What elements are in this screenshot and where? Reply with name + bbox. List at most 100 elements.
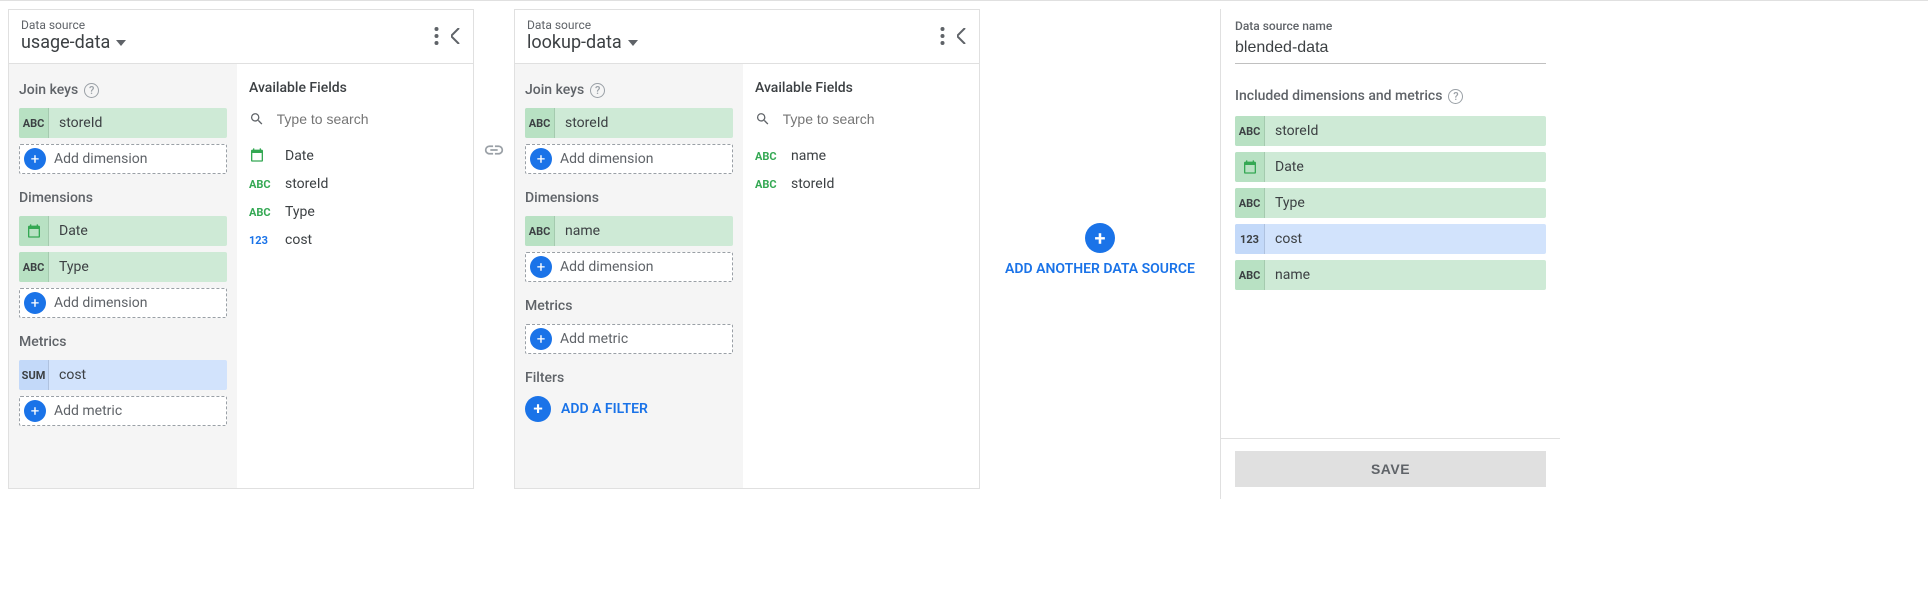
source-card-0: Data source usage-data Join keys? ABC st… [8,9,474,489]
plus-icon: + [530,328,552,350]
search-icon [249,110,265,128]
field-name: name [1265,267,1310,283]
join-link-icon[interactable] [474,139,514,161]
field-pill[interactable]: ABC name [1235,260,1546,290]
plus-icon: + [525,396,551,422]
field-pill[interactable]: ABC storeId [525,108,733,138]
field-name: Type [49,259,89,275]
ds-name-label: Data source name [1235,19,1546,33]
type-badge-icon: ABC [19,252,49,282]
available-fields-header: Available Fields [249,80,461,96]
help-icon[interactable]: ? [84,83,99,98]
type-badge-icon [249,147,273,166]
more-vert-icon[interactable] [940,27,945,45]
add-dimension-button[interactable]: + Add dimension [19,288,227,318]
field-name: storeId [555,115,608,131]
save-button[interactable]: SAVE [1235,451,1546,487]
type-badge-icon [1235,152,1265,182]
dimensions-header: Dimensions [525,190,733,206]
metrics-header: Metrics [19,334,227,350]
field-pill[interactable]: ABC storeId [1235,116,1546,146]
search-input[interactable] [783,111,967,127]
add-dimension-button[interactable]: + Add dimension [525,144,733,174]
included-header: Included dimensions and metrics? [1235,88,1546,104]
plus-icon: + [530,148,552,170]
add-metric-button[interactable]: + Add metric [525,324,733,354]
collapse-left-icon[interactable] [451,28,461,44]
collapse-left-icon[interactable] [957,28,967,44]
source-name: usage-data [21,32,110,53]
type-badge-icon: ABC [1235,260,1265,290]
available-field-row[interactable]: 123 cost [249,226,461,254]
field-pill[interactable]: Date [1235,152,1546,182]
search-input[interactable] [277,111,461,127]
field-pill[interactable]: ABC name [525,216,733,246]
field-pill[interactable]: ABC storeId [19,108,227,138]
field-name: storeId [791,176,834,192]
plus-icon: + [24,292,46,314]
metrics-header: Metrics [525,298,733,314]
chevron-down-icon [628,40,638,46]
field-name: Date [1265,159,1304,175]
plus-icon: + [24,148,46,170]
plus-icon: + [530,256,552,278]
blended-name-input[interactable] [1235,35,1546,64]
available-fields-col: Available Fields Date ABC storeId ABC Ty… [237,64,473,488]
join-keys-header: Join keys? [525,82,733,98]
add-dimension-button[interactable]: + Add dimension [525,252,733,282]
chevron-down-icon [116,40,126,46]
available-field-row[interactable]: ABC name [755,142,967,170]
source-name-selector[interactable]: lookup-data [527,32,638,53]
field-name: Type [285,204,315,220]
join-keys-header: Join keys? [19,82,227,98]
field-pill[interactable]: 123 cost [1235,224,1546,254]
available-field-row[interactable]: Date [249,142,461,170]
available-field-row[interactable]: ABC storeId [755,170,967,198]
field-name: storeId [49,115,102,131]
type-badge-icon: ABC [19,108,49,138]
source-name: lookup-data [527,32,622,53]
more-vert-icon[interactable] [434,27,439,45]
data-source-label: Data source [21,18,126,32]
type-badge-icon: ABC [249,178,273,191]
field-pill[interactable]: ABC Type [1235,188,1546,218]
add-dimension-button[interactable]: + Add dimension [19,144,227,174]
source-config-col: Join keys? ABC storeId + Add dimension D… [515,64,743,488]
source-name-selector[interactable]: usage-data [21,32,126,53]
field-pill[interactable]: ABC Type [19,252,227,282]
type-badge-icon: 123 [249,234,273,247]
field-name: Date [285,148,314,164]
field-name: Date [49,223,88,239]
help-icon[interactable]: ? [590,83,605,98]
add-another-source-button[interactable]: + ADD ANOTHER DATA SOURCE [980,9,1220,491]
search-icon [755,110,771,128]
field-name: cost [1265,231,1302,247]
type-badge-icon: ABC [1235,116,1265,146]
add-filter-button[interactable]: + ADD A FILTER [525,396,733,422]
available-field-row[interactable]: ABC storeId [249,170,461,198]
help-icon[interactable]: ? [1448,89,1463,104]
field-name: cost [49,367,86,383]
field-name: storeId [1265,123,1318,139]
plus-icon: + [1085,223,1115,253]
type-badge-icon: ABC [525,108,555,138]
available-field-row[interactable]: ABC Type [249,198,461,226]
source-config-col: Join keys? ABC storeId + Add dimension D… [9,64,237,488]
add-metric-button[interactable]: + Add metric [19,396,227,426]
filters-header: Filters [525,370,733,386]
field-pill[interactable]: SUM cost [19,360,227,390]
type-badge-icon: SUM [19,360,49,390]
field-pill[interactable]: Date [19,216,227,246]
source-header: Data source lookup-data [515,10,979,64]
data-source-label: Data source [527,18,638,32]
plus-icon: + [24,400,46,422]
type-badge-icon: ABC [755,150,779,163]
field-name: name [791,148,826,164]
source-header: Data source usage-data [9,10,473,64]
field-name: name [555,223,600,239]
type-badge-icon: ABC [1235,188,1265,218]
blend-editor: Data source usage-data Join keys? ABC st… [0,1,1928,491]
type-badge-icon: ABC [755,178,779,191]
field-name: storeId [285,176,328,192]
dimensions-header: Dimensions [19,190,227,206]
